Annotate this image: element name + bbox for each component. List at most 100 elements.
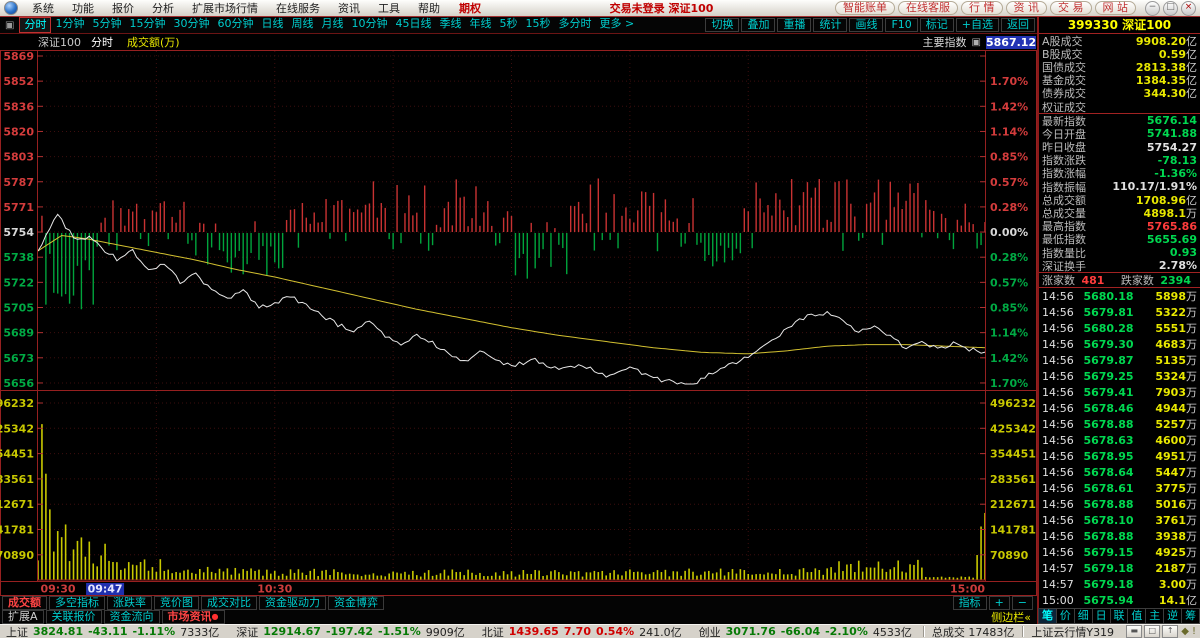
toolbar-action-7[interactable]: 标记 — [920, 18, 954, 32]
toolbar-action-3[interactable]: 重播 — [777, 18, 811, 32]
menu-item-9[interactable]: 帮助 — [409, 1, 449, 16]
stat-row-11-num: 0.93 — [1170, 246, 1197, 259]
period-tab-4[interactable]: 15分钟 — [125, 17, 169, 33]
indicator-tab-3[interactable]: 涨跌率 — [107, 596, 152, 610]
zoom-out-button[interactable]: − — [1012, 596, 1033, 610]
chart-indicator-label[interactable]: 成交额(万) — [127, 34, 180, 50]
service-button-5[interactable]: 交 易 — [1050, 1, 1092, 15]
period-tab-13[interactable]: 年线 — [465, 17, 495, 33]
close-button[interactable]: × — [1181, 1, 1196, 16]
indicator-tab-1[interactable]: 成交额 — [2, 596, 47, 610]
tick-price: 5678.64 — [1078, 466, 1139, 479]
tick-volume: 3938万 — [1139, 528, 1197, 544]
stat-row-3-num: 5754.27 — [1147, 141, 1197, 154]
period-tab-10[interactable]: 10分钟 — [347, 17, 391, 33]
quote-tab-2[interactable]: 价 — [1056, 608, 1075, 624]
app-logo-icon[interactable] — [4, 1, 18, 15]
stat-row-10-num: 5655.69 — [1147, 233, 1197, 246]
period-tab-16[interactable]: 多分时 — [554, 17, 595, 33]
period-tab-1[interactable]: 分时 — [19, 17, 51, 33]
toolbar-action-5[interactable]: 画线 — [849, 18, 883, 32]
info-tab-3[interactable]: 资金流向 — [104, 610, 160, 624]
period-tab-11[interactable]: 45日线 — [391, 17, 435, 33]
svg-text:496232: 496232 — [0, 397, 34, 410]
market-turnover-list: A股成交9908.20亿B股成交0.59亿国债成交2813.38亿基金成交138… — [1039, 34, 1200, 113]
quote-tab-9[interactable]: 筹 — [1181, 608, 1200, 624]
quote-tab-3[interactable]: 细 — [1074, 608, 1093, 624]
menu-options[interactable]: 期权 — [449, 0, 491, 16]
period-tab-6[interactable]: 60分钟 — [213, 17, 257, 33]
info-tab-2[interactable]: 关联报价 — [46, 610, 102, 624]
period-tab-3[interactable]: 5分钟 — [88, 17, 125, 33]
toolbar-action-6[interactable]: F10 — [885, 18, 917, 32]
period-tab-9[interactable]: 月线 — [317, 17, 347, 33]
svg-text:354451: 354451 — [990, 448, 1036, 461]
period-tab-5[interactable]: 30分钟 — [169, 17, 213, 33]
minimize-button[interactable]: − — [1145, 1, 1160, 16]
toolbar-action-4[interactable]: 统计 — [813, 18, 847, 32]
toolbar-action-8[interactable]: +自选 — [956, 18, 999, 32]
quote-tab-5[interactable]: 联 — [1110, 608, 1129, 624]
intraday-chart[interactable]: 5869585258365820580357875771575457385722… — [0, 50, 1037, 596]
menu-item-3[interactable]: 报价 — [103, 1, 143, 16]
stat-row-5-value: -1.36% — [1154, 167, 1197, 180]
quote-tab-4[interactable]: 日 — [1092, 608, 1111, 624]
layout-icon[interactable]: ▣ — [5, 20, 14, 31]
toolbar-action-2[interactable]: 叠加 — [741, 18, 775, 32]
tick-volume-num: 5551 — [1155, 322, 1186, 335]
tick-volume: 4925万 — [1139, 544, 1197, 560]
indicator-tab-7[interactable]: 资金博弈 — [328, 596, 384, 610]
main-index-label[interactable]: 主要指数 — [923, 34, 967, 50]
menu-item-8[interactable]: 工具 — [369, 1, 409, 16]
panel-select-icon[interactable]: ▣ — [972, 37, 981, 48]
index-amount: 4533亿 — [873, 624, 912, 638]
tick-list[interactable]: 14:565680.185898万14:565679.815322万14:565… — [1039, 288, 1200, 607]
period-tab-7[interactable]: 日线 — [257, 17, 287, 33]
status-index-4: 创业3071.76-66.04-2.10%4533亿 — [693, 624, 923, 638]
service-button-1[interactable]: 智能账单 — [835, 1, 895, 15]
symbol-header[interactable]: 399330 深证100 — [1039, 17, 1200, 33]
menu-item-2[interactable]: 功能 — [63, 1, 103, 16]
period-tab-15[interactable]: 15秒 — [521, 17, 554, 33]
period-tab-17[interactable]: 更多 > — [595, 17, 638, 33]
indicator-button[interactable]: 指标 — [953, 596, 987, 610]
menu-item-7[interactable]: 资讯 — [329, 1, 369, 16]
info-tab-1[interactable]: 扩展A — [2, 610, 44, 624]
tick-price: 5679.18 — [1078, 578, 1139, 591]
maximize-button[interactable]: □ — [1163, 1, 1178, 16]
menu-item-5[interactable]: 扩展市场行情 — [183, 1, 267, 16]
period-tab-14[interactable]: 5秒 — [495, 17, 521, 33]
status-button-icon-2[interactable]: □ — [1144, 625, 1160, 638]
info-tab-4[interactable]: 市场资讯● — [162, 610, 225, 624]
status-button-icon-3[interactable]: ↑ — [1162, 625, 1178, 638]
chart-period-label[interactable]: 分时 — [91, 34, 113, 50]
service-button-4[interactable]: 资 讯 — [1006, 1, 1048, 15]
tick-time: 14:56 — [1042, 370, 1078, 383]
tick-price: 5679.15 — [1078, 546, 1139, 559]
menu-item-1[interactable]: 系统 — [23, 1, 63, 16]
indicator-tab-6[interactable]: 资金驱动力 — [259, 596, 326, 610]
toolbar-action-9[interactable]: 返回 — [1001, 18, 1035, 32]
quote-tab-6[interactable]: 值 — [1127, 608, 1146, 624]
menu-item-6[interactable]: 在线服务 — [267, 1, 329, 16]
period-tab-2[interactable]: 1分钟 — [51, 17, 88, 33]
indicator-tab-5[interactable]: 成交对比 — [201, 596, 257, 610]
quote-tab-7[interactable]: 主 — [1145, 608, 1164, 624]
quote-tab-1[interactable]: 笔 — [1038, 608, 1057, 624]
tick-volume: 5324万 — [1139, 368, 1197, 384]
indicator-tab-4[interactable]: 竞价图 — [154, 596, 199, 610]
indicator-tab-2[interactable]: 多空指标 — [49, 596, 105, 610]
period-tab-8[interactable]: 周线 — [287, 17, 317, 33]
period-tab-12[interactable]: 季线 — [435, 17, 465, 33]
service-button-2[interactable]: 在线客服 — [898, 1, 958, 15]
tick-volume-num: 5257 — [1155, 418, 1186, 431]
service-button-6[interactable]: 网 站 — [1095, 1, 1137, 15]
svg-text:1.70%: 1.70% — [990, 75, 1028, 88]
toolbar-action-1[interactable]: 切换 — [705, 18, 739, 32]
status-button-icon-1[interactable]: ▬ — [1126, 625, 1142, 638]
menu-item-4[interactable]: 分析 — [143, 1, 183, 16]
quote-tab-8[interactable]: 逆 — [1163, 608, 1182, 624]
service-button-3[interactable]: 行 情 — [961, 1, 1003, 15]
zoom-in-button[interactable]: + — [989, 596, 1010, 610]
svg-text:15:00: 15:00 — [950, 583, 985, 596]
